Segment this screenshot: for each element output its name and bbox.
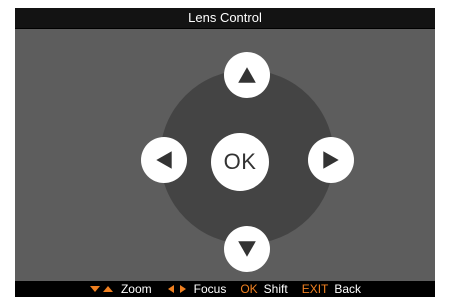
right-button[interactable] [308, 137, 354, 183]
zoom-label: Zoom [120, 282, 152, 296]
window-title: Lens Control [15, 8, 435, 28]
ok-button-label: OK [223, 149, 257, 174]
up-button[interactable] [224, 52, 270, 98]
hint-shift: OK Shift [240, 281, 287, 297]
osd-window: Lens Control OK Zoom Focus OK Shift EXIT… [15, 8, 435, 297]
back-label: Back [334, 282, 362, 296]
arrow-right-icon [323, 151, 339, 169]
ok-button[interactable]: OK [211, 133, 269, 191]
lens-control-panel: OK [15, 29, 435, 281]
focus-arrows-icon [166, 284, 188, 294]
left-button[interactable] [141, 137, 187, 183]
ok-key-label: OK [240, 282, 258, 296]
shift-label: Shift [263, 282, 288, 296]
zoom-arrows-icon [89, 284, 115, 294]
arrow-down-icon [238, 241, 256, 257]
arrow-left-icon [156, 151, 172, 169]
focus-label: Focus [193, 282, 227, 296]
exit-key-label: EXIT [301, 282, 329, 296]
down-button[interactable] [224, 226, 270, 272]
hint-focus: Focus [166, 281, 227, 297]
hint-back: EXIT Back [302, 281, 361, 297]
arrow-up-icon [238, 67, 256, 83]
key-hints-bar: Zoom Focus OK Shift EXIT Back [15, 281, 435, 297]
hint-zoom: Zoom [89, 281, 152, 297]
